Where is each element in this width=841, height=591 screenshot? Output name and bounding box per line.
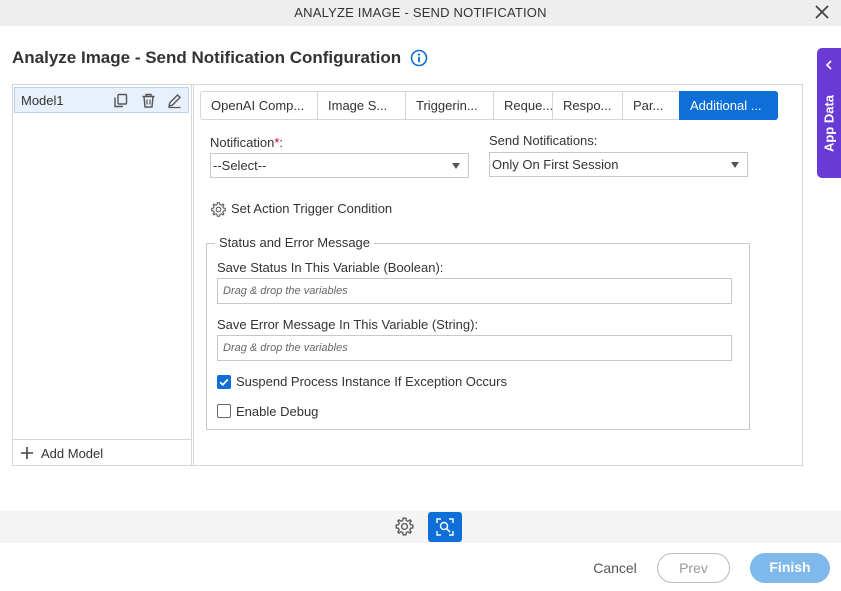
trash-icon[interactable] — [140, 92, 157, 109]
send-notifications-label: Send Notifications: — [489, 133, 598, 148]
enable-debug-checkbox[interactable] — [217, 404, 231, 418]
prev-button[interactable]: Prev — [657, 553, 730, 583]
page-title: Analyze Image - Send Notification Config… — [12, 48, 402, 67]
main-panel: Model1 Add Model OpenAI Comp... Image S.… — [12, 84, 803, 466]
notification-label: Notification*: — [210, 135, 283, 150]
tab-response[interactable]: Respo... — [552, 91, 622, 120]
copy-icon[interactable] — [112, 92, 129, 109]
status-error-group: Status and Error Message Save Status In … — [206, 235, 750, 430]
finish-button[interactable]: Finish — [750, 553, 830, 583]
tab-image-source[interactable]: Image S... — [317, 91, 405, 120]
send-notifications-value: Only On First Session — [492, 157, 619, 172]
suspend-process-label: Suspend Process Instance If Exception Oc… — [236, 374, 507, 389]
save-error-label: Save Error Message In This Variable (Str… — [217, 317, 479, 332]
tab-bar: OpenAI Comp... Image S... Triggerin... R… — [200, 91, 778, 120]
chevron-left-icon — [825, 60, 832, 70]
cancel-button[interactable]: Cancel — [585, 556, 645, 580]
add-model-button[interactable]: Add Model — [13, 439, 191, 465]
model-name: Model1 — [21, 93, 64, 108]
notification-select[interactable]: --Select-- — [210, 153, 469, 178]
edit-icon[interactable] — [166, 92, 183, 109]
suspend-process-checkbox[interactable] — [217, 375, 231, 389]
set-action-trigger-label: Set Action Trigger Condition — [231, 201, 393, 216]
window-title: ANALYZE IMAGE - SEND NOTIFICATION — [294, 5, 547, 20]
window-titlebar: ANALYZE IMAGE - SEND NOTIFICATION — [0, 0, 841, 26]
image-analysis-view-button[interactable] — [428, 512, 462, 542]
gear-icon — [211, 202, 226, 217]
bottom-toolbar — [0, 511, 841, 543]
chevron-down-icon — [452, 163, 460, 169]
tab-triggering[interactable]: Triggerin... — [405, 91, 493, 120]
model-list: Model1 Add Model — [13, 85, 192, 465]
chevron-down-icon — [731, 162, 739, 168]
status-error-legend: Status and Error Message — [215, 235, 375, 250]
model-item[interactable]: Model1 — [14, 87, 189, 113]
app-data-label: App Data — [821, 94, 837, 153]
add-model-label: Add Model — [41, 446, 104, 461]
tab-additional[interactable]: Additional ... — [679, 91, 778, 120]
tab-parameters[interactable]: Par... — [622, 91, 679, 120]
notification-value: --Select-- — [213, 158, 267, 173]
enable-debug-label: Enable Debug — [236, 404, 319, 419]
app-data-panel-toggle[interactable]: App Data — [817, 48, 841, 178]
gear-icon[interactable] — [394, 516, 415, 537]
image-search-icon — [436, 518, 454, 536]
send-notifications-select[interactable]: Only On First Session — [489, 152, 748, 177]
configuration-content: OpenAI Comp... Image S... Triggerin... R… — [193, 85, 803, 465]
tab-request[interactable]: Reque... — [493, 91, 552, 120]
save-status-input[interactable]: Drag & drop the variables — [217, 278, 732, 304]
close-icon[interactable] — [813, 3, 831, 21]
checkmark-icon — [219, 378, 229, 387]
save-status-label: Save Status In This Variable (Boolean): — [217, 260, 444, 275]
tab-openai-configuration[interactable]: OpenAI Comp... — [200, 91, 317, 120]
plus-icon — [21, 447, 33, 459]
save-error-input[interactable]: Drag & drop the variables — [217, 335, 732, 361]
info-icon[interactable] — [410, 49, 428, 67]
